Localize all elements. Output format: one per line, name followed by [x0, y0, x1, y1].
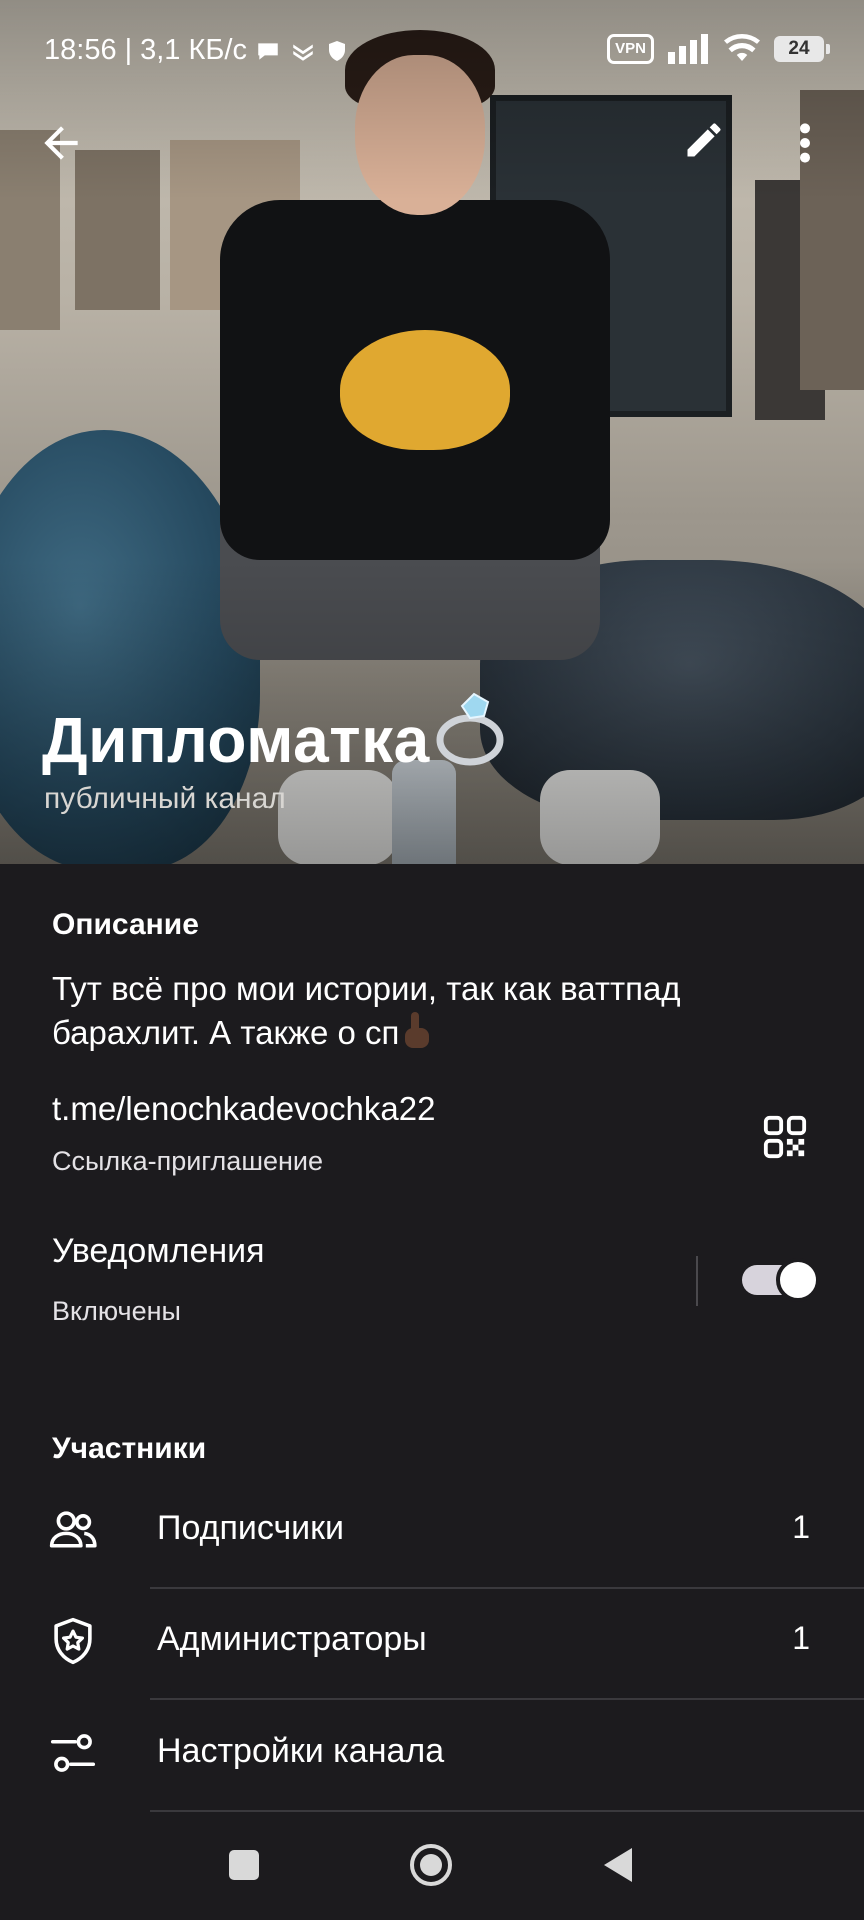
description-text-block: Тут всё про мои истории, так как ваттпад…	[52, 968, 792, 1060]
shield-star-icon	[54, 1617, 92, 1665]
notifications-state: Включены	[52, 1296, 181, 1326]
pointing-up-icon	[399, 1010, 433, 1060]
status-time: 18:56	[44, 34, 117, 66]
more-options-button[interactable]	[790, 118, 830, 168]
list-item-channel-settings[interactable]: Настройки канала	[0, 1698, 864, 1808]
qr-code-button[interactable]	[762, 1114, 808, 1160]
qr-code-icon	[763, 1115, 807, 1159]
ring-icon	[434, 688, 510, 783]
capcut-icon	[293, 44, 313, 61]
recents-button[interactable]	[217, 1838, 271, 1892]
battery-indicator: 24	[774, 36, 830, 62]
description-heading: Описание	[52, 908, 199, 941]
vertical-divider	[696, 1256, 698, 1306]
status-separator: |	[124, 34, 133, 66]
notifications-toggle[interactable]	[742, 1258, 820, 1302]
home-button[interactable]	[404, 1838, 458, 1892]
channel-type: публичный канал	[44, 782, 286, 815]
description-text: Тут всё про мои истории, так как ваттпад…	[52, 970, 681, 1051]
pencil-icon	[687, 123, 721, 157]
shield-icon	[328, 40, 345, 61]
notifications-title[interactable]: Уведомления	[52, 1232, 265, 1271]
square-icon	[229, 1850, 259, 1880]
channel-title: Дипломатка	[42, 688, 510, 783]
list-item-subscribers[interactable]: Подписчики 1	[0, 1475, 864, 1585]
invite-link[interactable]: t.me/lenochkadevochka22	[52, 1090, 435, 1128]
administrators-count: 1	[792, 1620, 810, 1656]
list-item-administrators[interactable]: Администраторы 1	[0, 1586, 864, 1696]
channel-title-text: Дипломатка	[42, 704, 430, 776]
participants-heading: Участники	[52, 1432, 207, 1465]
wifi-icon	[724, 34, 760, 61]
triangle-back-icon	[604, 1848, 632, 1882]
channel-settings-label: Настройки канала	[157, 1732, 445, 1770]
edit-button[interactable]	[682, 118, 732, 168]
toggle-thumb	[776, 1258, 820, 1302]
sliders-icon	[50, 1734, 96, 1772]
battery-level: 24	[788, 38, 810, 59]
back-button[interactable]	[36, 118, 86, 168]
arrow-left-icon	[44, 126, 78, 160]
circle-icon	[410, 1844, 452, 1886]
status-bar: 18:56 | 3,1 КБ/с VPN 24	[0, 0, 864, 104]
vpn-badge: VPN	[607, 34, 654, 64]
more-vertical-icon	[800, 123, 810, 163]
users-icon	[49, 1511, 97, 1548]
system-nav-bar	[0, 1810, 864, 1920]
signal-icon	[668, 34, 708, 64]
status-right: VPN 24	[607, 34, 830, 64]
invite-link-caption: Ссылка-приглашение	[52, 1146, 324, 1176]
status-speed: 3,1 КБ/с	[140, 34, 247, 66]
chat-bubble-icon	[258, 42, 278, 60]
subscribers-label: Подписчики	[157, 1509, 345, 1547]
nav-back-button[interactable]	[592, 1838, 646, 1892]
status-left: 18:56 | 3,1 КБ/с	[44, 34, 349, 67]
administrators-label: Администраторы	[157, 1620, 427, 1658]
subscribers-count: 1	[792, 1509, 810, 1545]
